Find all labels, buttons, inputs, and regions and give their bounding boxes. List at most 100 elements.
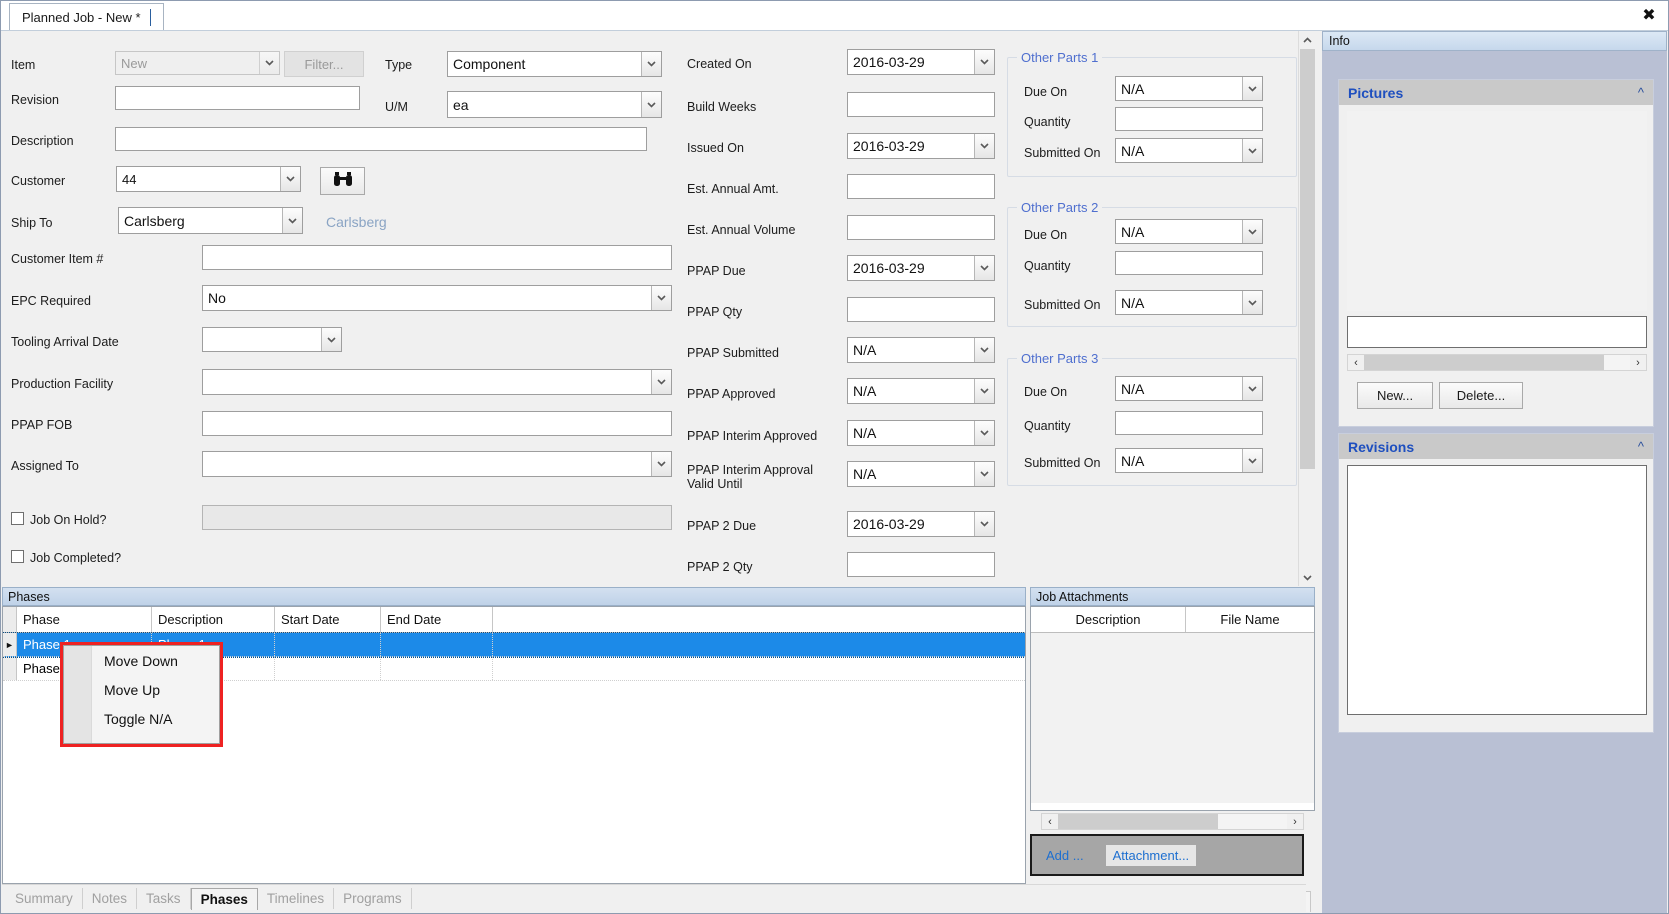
issued-on-combo[interactable]: 2016-03-29 — [847, 133, 995, 159]
epc-required-combo[interactable]: No — [202, 285, 672, 311]
chevron-down-icon[interactable] — [280, 167, 300, 191]
chevron-down-icon[interactable] — [651, 370, 671, 394]
picture-delete-button[interactable]: Delete... — [1439, 382, 1523, 409]
description-input[interactable] — [115, 127, 647, 151]
column-header-start-date[interactable]: Start Date — [275, 607, 381, 632]
ppap-2-qty-input[interactable] — [847, 552, 995, 577]
chevron-down-icon[interactable] — [1242, 449, 1262, 472]
phases-context-menu[interactable]: Move Down Move Up Toggle N/A — [63, 645, 220, 744]
pictures-card-header[interactable]: Pictures ^ — [1339, 80, 1653, 105]
job-on-hold-checkbox[interactable] — [11, 512, 24, 525]
chevron-down-icon[interactable] — [974, 256, 994, 280]
customer-combo[interactable]: 44 — [116, 166, 301, 192]
picture-caption-input[interactable] — [1347, 316, 1647, 348]
chevron-down-icon[interactable] — [1242, 77, 1262, 100]
chevron-down-icon[interactable] — [651, 286, 671, 310]
add-link[interactable]: Add ... — [1046, 848, 1084, 863]
op1-submitted-on-combo[interactable]: N/A — [1115, 138, 1263, 163]
est-annual-volume-input[interactable] — [847, 215, 995, 240]
chevron-down-icon[interactable] — [1242, 377, 1262, 400]
scrollbar-track[interactable] — [1364, 355, 1630, 370]
created-on-combo[interactable]: 2016-03-29 — [847, 49, 995, 75]
picture-new-button[interactable]: New... — [1357, 382, 1433, 409]
context-menu-item-move-up[interactable]: Move Up — [92, 675, 219, 704]
chevron-down-icon[interactable] — [259, 52, 279, 74]
chevron-down-icon[interactable] — [974, 379, 994, 403]
row-selector[interactable] — [3, 657, 17, 680]
chevron-down-icon[interactable] — [974, 512, 994, 536]
ppap-approved-combo[interactable]: N/A — [847, 378, 995, 404]
ppap-submitted-combo[interactable]: N/A — [847, 337, 995, 363]
chevron-down-icon[interactable] — [651, 452, 671, 476]
scrollbar-thumb[interactable] — [1058, 814, 1218, 829]
scroll-down-icon[interactable] — [1299, 569, 1316, 586]
scroll-left-icon[interactable]: ‹ — [1042, 814, 1058, 829]
filter-button[interactable]: Filter... — [284, 51, 364, 77]
ship-to-combo[interactable]: Carlsberg — [118, 207, 303, 234]
chevron-down-icon[interactable] — [641, 92, 661, 117]
op3-quantity-input[interactable] — [1115, 411, 1263, 435]
scrollbar-thumb[interactable] — [1300, 49, 1315, 469]
scroll-right-icon[interactable]: › — [1630, 355, 1646, 370]
chevron-down-icon[interactable] — [974, 50, 994, 74]
scrollbar-track[interactable] — [1058, 814, 1287, 829]
ppap-due-combo[interactable]: 2016-03-29 — [847, 255, 995, 281]
close-icon[interactable]: ✖ — [1638, 4, 1660, 26]
attachments-horizontal-scrollbar[interactable]: ‹ › — [1041, 813, 1304, 830]
ppap-interim-approved-combo[interactable]: N/A — [847, 420, 995, 446]
tab-notes[interactable]: Notes — [83, 888, 138, 909]
document-tab-planned-job[interactable]: Planned Job - New * — [9, 3, 164, 30]
revisions-card-header[interactable]: Revisions ^ — [1339, 434, 1653, 459]
scrollbar-thumb[interactable] — [1364, 355, 1604, 370]
assigned-to-combo[interactable] — [202, 451, 672, 477]
chevron-up-icon[interactable]: ^ — [1638, 85, 1644, 100]
customer-item-no-input[interactable] — [202, 245, 672, 270]
type-combo[interactable]: Component — [447, 51, 662, 77]
ppap-2-due-combo[interactable]: 2016-03-29 — [847, 511, 995, 537]
scroll-left-icon[interactable]: ‹ — [1348, 355, 1364, 370]
column-header-description[interactable]: Description — [152, 607, 275, 632]
tab-programs[interactable]: Programs — [334, 888, 412, 909]
ppap-interim-valid-until-combo[interactable]: N/A — [847, 461, 995, 487]
picture-preview-area[interactable] — [1347, 111, 1647, 311]
customer-search-button[interactable] — [320, 167, 365, 195]
context-menu-item-toggle-na[interactable]: Toggle N/A — [92, 704, 219, 733]
ppap-fob-input[interactable] — [202, 411, 672, 436]
ppap-qty-input[interactable] — [847, 297, 995, 322]
um-combo[interactable]: ea — [447, 91, 662, 118]
chevron-down-icon[interactable] — [641, 52, 661, 76]
chevron-down-icon[interactable] — [974, 134, 994, 158]
op2-due-on-combo[interactable]: N/A — [1115, 219, 1263, 244]
column-header-end-date[interactable]: End Date — [381, 607, 493, 632]
tab-timelines[interactable]: Timelines — [258, 888, 335, 909]
production-facility-combo[interactable] — [202, 369, 672, 395]
chevron-down-icon[interactable] — [1242, 220, 1262, 243]
op1-due-on-combo[interactable]: N/A — [1115, 76, 1263, 101]
pictures-horizontal-scrollbar[interactable]: ‹ › — [1347, 354, 1647, 371]
job-completed-checkbox[interactable] — [11, 550, 24, 563]
chevron-up-icon[interactable]: ^ — [1638, 439, 1644, 454]
tab-summary[interactable]: Summary — [6, 888, 83, 909]
tab-phases[interactable]: Phases — [190, 887, 258, 910]
op3-due-on-combo[interactable]: N/A — [1115, 376, 1263, 401]
form-vertical-scrollbar[interactable] — [1298, 31, 1316, 586]
chevron-down-icon[interactable] — [1242, 139, 1262, 162]
chevron-down-icon[interactable] — [974, 421, 994, 445]
column-header-phase[interactable]: Phase — [17, 607, 152, 632]
chevron-down-icon[interactable] — [1242, 291, 1262, 314]
op2-submitted-on-combo[interactable]: N/A — [1115, 290, 1263, 315]
attachment-button[interactable]: Attachment... — [1105, 844, 1197, 866]
row-selector-icon[interactable]: ► — [3, 633, 17, 656]
tab-tasks[interactable]: Tasks — [137, 888, 191, 909]
est-annual-amt-input[interactable] — [847, 174, 995, 199]
chevron-down-icon[interactable] — [282, 208, 302, 233]
chevron-down-icon[interactable] — [321, 328, 341, 351]
job-on-hold-note-input[interactable] — [202, 505, 672, 530]
op1-quantity-input[interactable] — [1115, 107, 1263, 131]
column-header-file-name[interactable]: File Name — [1186, 607, 1314, 632]
column-header-attachment-description[interactable]: Description — [1031, 607, 1186, 632]
tooling-arrival-date-combo[interactable] — [202, 327, 342, 352]
item-combo[interactable]: New — [115, 51, 280, 75]
revisions-list[interactable] — [1347, 465, 1647, 715]
build-weeks-input[interactable] — [847, 92, 995, 117]
